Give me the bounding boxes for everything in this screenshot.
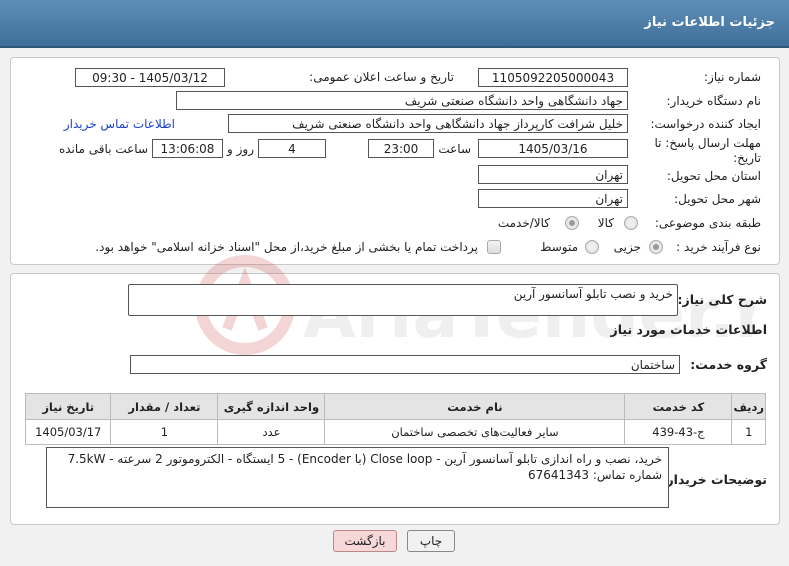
announce-datetime-label: تاریخ و ساعت اعلان عمومی: [309,70,454,84]
need-info-panel [10,57,780,265]
cell-unit: عدد [217,419,326,445]
category-option-goods: کالا [597,216,614,230]
cell-quantity: 1 [110,419,219,445]
col-service-code: کد خدمت [624,393,733,420]
back-button[interactable]: بازگشت [333,530,397,552]
services-table: ردیف کد خدمت نام خدمت واحد اندازه گیری ت… [24,393,766,445]
province-label: استان محل تحویل: [666,169,761,183]
table-row: 1 ج-43-439 سایر فعالیت‌های تخصصی ساختمان… [24,419,766,445]
summary-field[interactable]: خرید و نصب تابلو آسانسور آرین [128,284,678,316]
category-option-goods-service: کالا/خدمت [497,216,550,230]
col-row-number: ردیف [731,393,766,420]
col-quantity: تعداد / مقدار [110,393,219,420]
deadline-label-date: تاریخ: [733,151,761,165]
need-number-label: شماره نیاز: [704,70,761,84]
deadline-time-label: ساعت [438,142,471,156]
remaining-days-label: روز و [227,142,254,156]
summary-label: شرح کلی نیاز: [677,292,767,307]
process-radio-medium[interactable] [585,240,599,254]
buyer-notes-label: توضیحات خریدار: [661,472,767,487]
remaining-time-label: ساعت باقی مانده [58,142,148,156]
city-field[interactable]: تهران [478,189,628,208]
col-need-date: تاریخ نیاز [24,393,112,420]
service-group-field[interactable]: ساختمان [130,355,680,374]
category-radio-goods[interactable] [624,216,638,230]
page-title: جزئیات اطلاعات نیاز [644,15,775,30]
deadline-time-field[interactable]: 23:00 [368,139,434,158]
requester-label: ایجاد کننده درخواست: [650,117,761,131]
requester-field[interactable]: خلیل شرافت کارپرداز جهاد دانشگاهی واحد د… [228,114,628,133]
category-radio-goods-service[interactable] [565,216,579,230]
buyer-org-label: نام دستگاه خریدار: [666,94,762,108]
cell-need-date: 1405/03/17 [24,419,112,445]
deadline-date-field[interactable]: 1405/03/16 [478,139,628,158]
category-label: طبقه بندی موضوعی: [654,216,761,230]
treasury-payment-note: پرداخت تمام یا بخشی از مبلغ خرید،از محل … [95,240,478,254]
city-label: شهر محل تحویل: [674,192,761,206]
treasury-payment-checkbox[interactable] [487,240,501,254]
cell-service-name: سایر فعالیت‌های تخصصی ساختمان [324,419,626,445]
process-label: نوع فرآیند خرید : [676,240,761,254]
cell-row-number: 1 [731,419,766,445]
process-radio-minor[interactable] [649,240,663,254]
page-header: جزئیات اطلاعات نیاز [0,0,789,48]
deadline-label: مهلت ارسال پاسخ: تا [654,136,761,150]
province-field[interactable]: تهران [478,165,628,184]
col-service-name: نام خدمت [324,393,626,420]
buyer-org-field[interactable]: جهاد دانشگاهی واحد دانشگاه صنعتی شریف [176,91,628,110]
services-section-title: اطلاعات خدمات مورد نیاز [610,322,768,337]
remaining-time-field[interactable]: 13:06:08 [152,139,223,158]
remaining-days-field[interactable]: 4 [258,139,326,158]
need-number-field[interactable]: 1105092205000043 [478,68,628,87]
col-unit: واحد اندازه گیری [217,393,326,420]
service-group-label: گروه خدمت: [690,357,767,372]
process-option-medium: متوسط [540,240,578,254]
print-button[interactable]: چاپ [407,530,455,552]
announce-datetime-field[interactable]: 1405/03/12 - 09:30 [75,68,225,87]
buyer-notes-field[interactable]: خرید، نصب و راه اندازی تابلو آسانسور آری… [46,447,669,508]
services-table-header: ردیف کد خدمت نام خدمت واحد اندازه گیری ت… [24,393,766,420]
buyer-contact-link[interactable]: اطلاعات تماس خریدار [64,117,175,131]
cell-service-code: ج-43-439 [624,419,733,445]
process-option-minor: جزیی [613,240,641,254]
